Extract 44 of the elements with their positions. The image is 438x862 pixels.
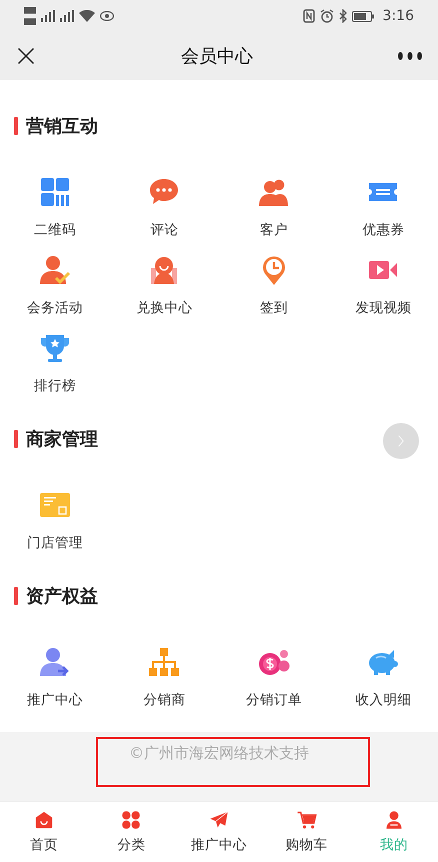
four-leaf-icon xyxy=(121,810,142,830)
status-time: 3:16 xyxy=(382,8,414,24)
section-title: 资产权益 xyxy=(26,585,98,608)
alarm-icon xyxy=(320,9,334,23)
menu-item[interactable]: 收入明细 xyxy=(328,646,438,724)
menu-item[interactable]: 签到 xyxy=(219,254,328,332)
eye-icon xyxy=(100,11,114,21)
person-icon xyxy=(384,810,404,830)
wifi-icon xyxy=(79,10,95,22)
menu-item[interactable]: 发现视频 xyxy=(328,254,438,332)
bluetooth-icon xyxy=(338,9,347,23)
signal-icon xyxy=(60,10,74,22)
menu-item[interactable]: 二维码 xyxy=(0,176,110,254)
signal-icon xyxy=(41,10,55,22)
hierarchy-icon xyxy=(148,646,180,678)
menu-item[interactable]: 分销订单 xyxy=(219,646,328,724)
cart-icon xyxy=(296,810,317,830)
menu-item[interactable]: 排行榜 xyxy=(0,332,110,410)
menu-item[interactable]: 优惠券 xyxy=(328,176,438,254)
person-arrow-icon xyxy=(38,646,71,678)
copyright-text: ©广州市海宏网络技术支持 xyxy=(129,744,309,764)
more-icon xyxy=(398,52,422,60)
heading-accent-bar xyxy=(14,430,18,448)
menu-item[interactable]: 评论 xyxy=(110,176,219,254)
paper-plane-icon xyxy=(208,810,229,830)
heading-accent-bar xyxy=(14,117,18,135)
heading-accent-bar xyxy=(14,587,18,605)
section-title: 商家管理 xyxy=(26,428,98,451)
section-title: 营销互动 xyxy=(26,115,98,138)
menu-item[interactable]: 分销商 xyxy=(110,646,219,724)
person-check-icon xyxy=(38,254,71,286)
trophy-icon xyxy=(38,332,71,364)
nfc-icon xyxy=(302,9,315,23)
page-title: 会员中心 xyxy=(181,45,253,68)
menu-item[interactable]: 客户 xyxy=(219,176,328,254)
close-icon xyxy=(16,46,36,66)
sim-icon xyxy=(24,7,36,25)
menu-item[interactable]: 会务活动 xyxy=(0,254,110,332)
home-icon xyxy=(34,810,54,830)
menu-item[interactable]: 推广中心 xyxy=(0,646,110,724)
battery-icon xyxy=(352,10,374,22)
menu-item[interactable]: 兑换中心 xyxy=(110,254,219,332)
menu-item[interactable]: 门店管理 xyxy=(0,489,110,567)
grid-icon xyxy=(38,176,71,208)
